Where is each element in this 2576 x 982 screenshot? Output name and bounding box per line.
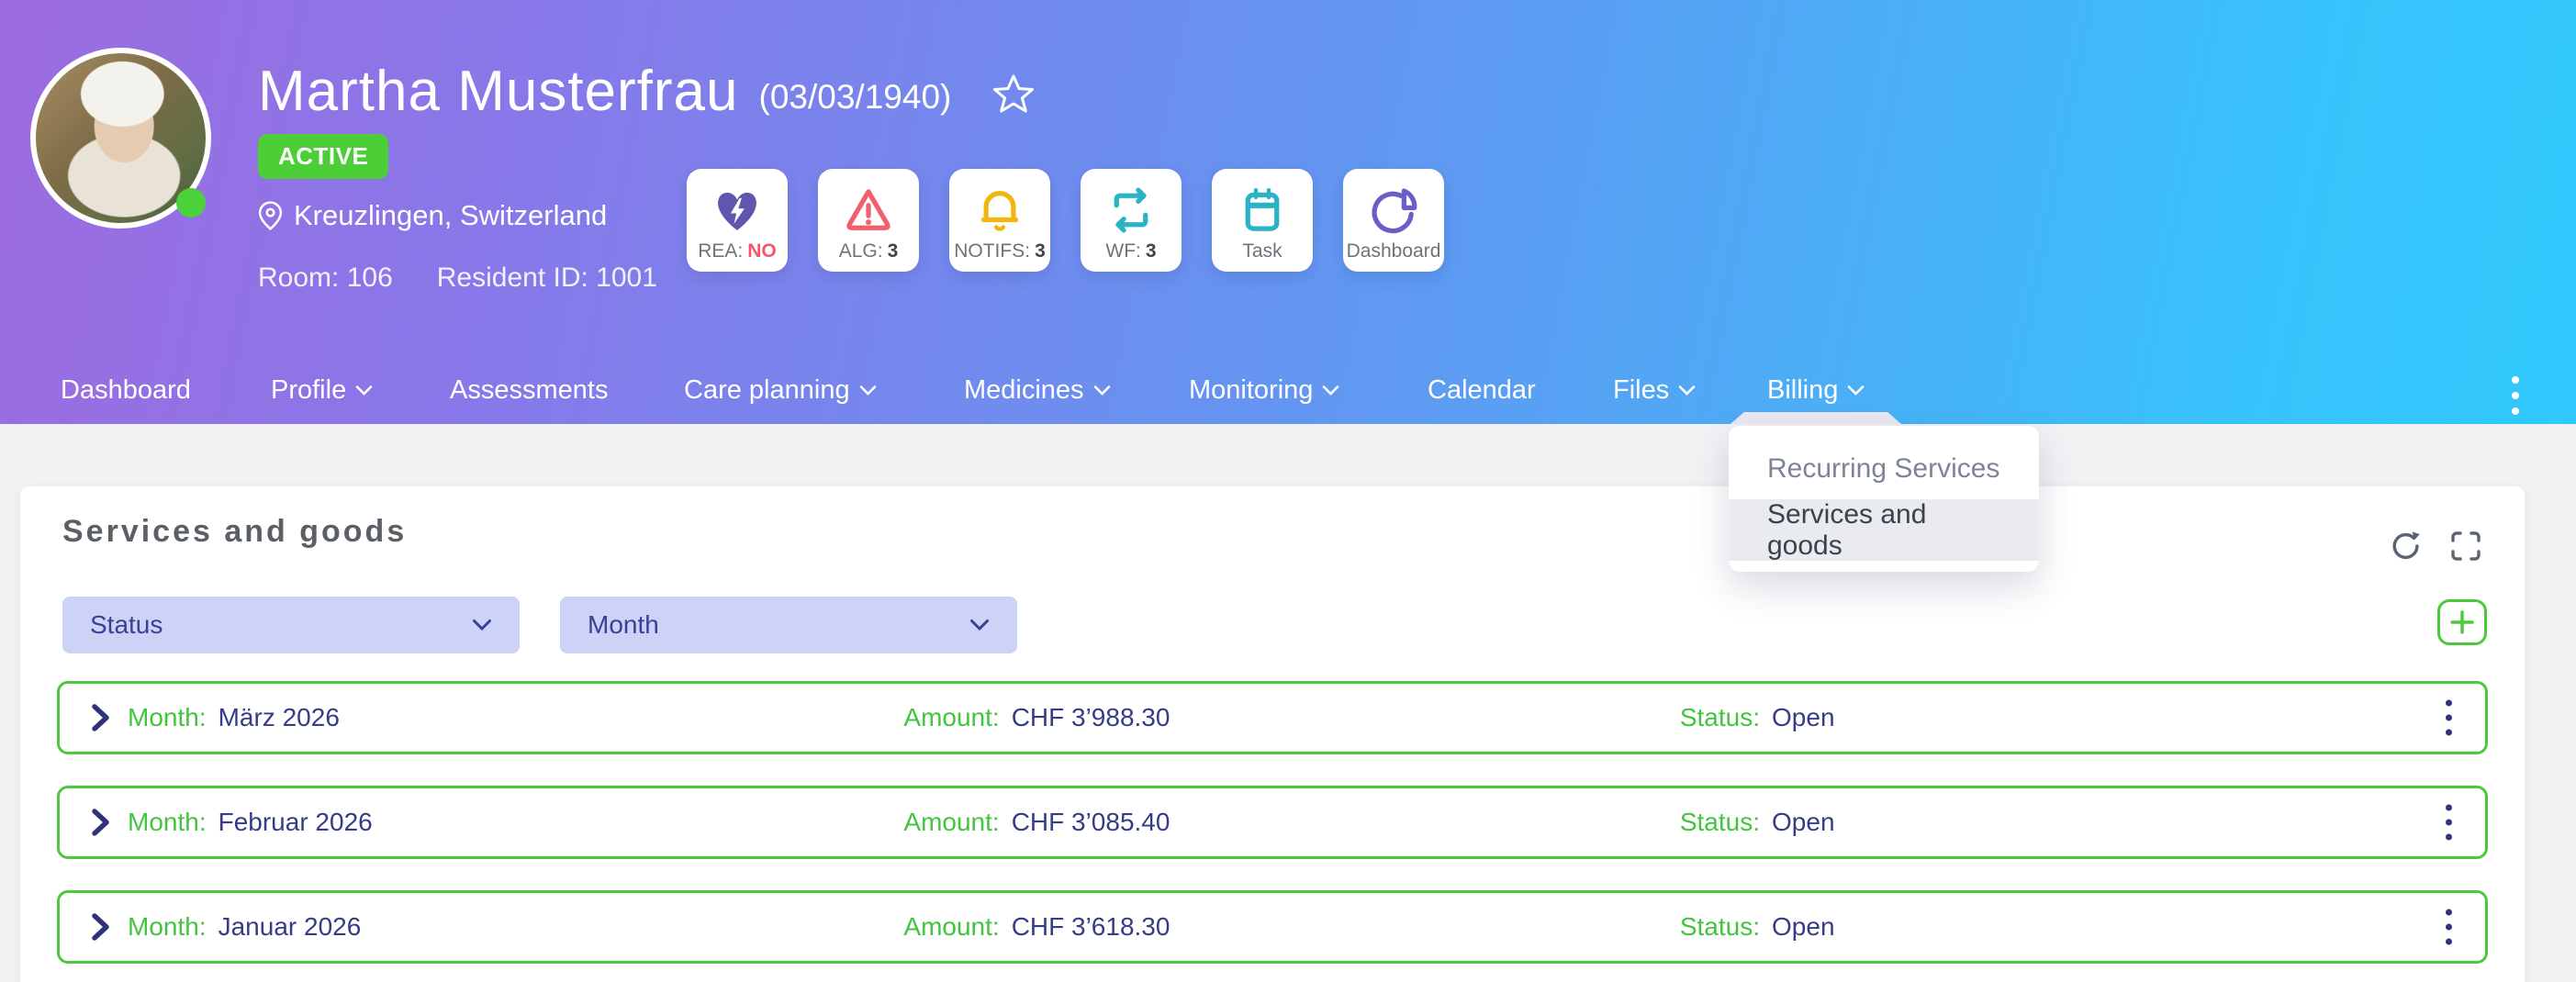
filter-label: Status [90, 610, 163, 639]
stat-card-alg[interactable]: ALG: 3 [818, 169, 919, 272]
services-and-goods-panel: Services and goods Status Month Month: M… [20, 486, 2525, 982]
favorite-star-icon[interactable] [991, 73, 1036, 117]
heart-bolt-icon [711, 180, 763, 240]
resident-name: Martha Musterfrau [258, 60, 739, 123]
stat-label: ALG: 3 [838, 240, 899, 262]
location-pin-icon [258, 201, 283, 231]
amount-field: Amount: CHF 3’618.30 [903, 912, 1170, 941]
stat-label: NOTIFS: 3 [954, 240, 1046, 262]
status-badge: ACTIVE [258, 134, 389, 180]
stat-card-wf[interactable]: WF: 3 [1081, 169, 1182, 272]
nav-item-monitoring[interactable]: Monitoring [1189, 356, 1339, 424]
stat-label: WF: 3 [1105, 240, 1157, 262]
menu-item-recurring-services[interactable]: Recurring Services [1729, 438, 2039, 499]
warning-triangle-icon [843, 180, 894, 240]
resident-header: Martha Musterfrau (03/03/1940) ACTIVE Kr… [0, 0, 2576, 424]
month-field: Month: Januar 2026 [128, 912, 362, 941]
chevron-down-icon [1678, 385, 1696, 396]
nav-item-files[interactable]: Files [1613, 356, 1696, 424]
month-filter-dropdown[interactable]: Month [560, 597, 1017, 653]
status-field: Status: Open [1679, 703, 1835, 731]
menu-item-services-and-goods[interactable]: Services and goods [1729, 499, 2039, 561]
nav-overflow-menu[interactable] [2504, 369, 2526, 422]
billing-row-february-2026[interactable]: Month: Februar 2026 Amount: CHF 3’085.40… [57, 786, 2488, 859]
chevron-down-icon [1093, 385, 1110, 396]
amount-field: Amount: CHF 3’085.40 [903, 808, 1170, 836]
stat-label: Task [1242, 240, 1282, 262]
filter-label: Month [588, 610, 659, 639]
stat-card-dashboard[interactable]: Dashboard [1343, 169, 1444, 272]
dashboard-pie-icon [1368, 180, 1419, 240]
chevron-down-icon [859, 385, 876, 396]
bell-icon [974, 180, 1025, 240]
expand-chevron-icon[interactable] [91, 912, 111, 942]
room-number: Room: 106 [258, 262, 393, 294]
resident-id: Resident ID: 1001 [436, 262, 657, 294]
status-field: Status: Open [1679, 912, 1835, 941]
fullscreen-icon[interactable] [2449, 529, 2482, 564]
billing-row-january-2026[interactable]: Month: Januar 2026 Amount: CHF 3’618.30 … [57, 890, 2488, 964]
chevron-down-icon [355, 385, 373, 396]
chevron-down-icon [473, 619, 491, 631]
stat-cards: REA: NO ALG: 3 NOTIFS: 3 WF: 3 Task Dash… [687, 169, 1444, 272]
stat-card-rea[interactable]: REA: NO [687, 169, 788, 272]
location-text: Kreuzlingen, Switzerland [294, 199, 608, 232]
nav-item-dashboard[interactable]: Dashboard [61, 356, 191, 424]
resident-nav: Dashboard Profile Assessments Care plann… [0, 356, 2576, 424]
expand-chevron-icon[interactable] [91, 703, 111, 732]
refresh-icon[interactable] [2389, 529, 2424, 564]
panel-title: Services and goods [62, 514, 408, 549]
task-calendar-icon [1237, 180, 1288, 240]
billing-rows: Month: März 2026 Amount: CHF 3’988.30 St… [57, 681, 2488, 964]
online-status-dot [176, 188, 206, 218]
workflow-repeat-icon [1105, 180, 1157, 240]
stat-card-task[interactable]: Task [1212, 169, 1313, 272]
expand-chevron-icon[interactable] [91, 808, 111, 837]
nav-item-medicines[interactable]: Medicines [964, 356, 1111, 424]
month-field: Month: März 2026 [128, 703, 340, 731]
stat-label: Dashboard [1346, 240, 1441, 262]
add-entry-button[interactable] [2437, 599, 2487, 645]
chevron-down-icon [1323, 385, 1339, 396]
avatar[interactable] [30, 48, 211, 229]
stat-label: REA: NO [698, 240, 777, 262]
plus-icon [2450, 610, 2474, 634]
nav-item-calendar[interactable]: Calendar [1428, 356, 1536, 424]
page: Martha Musterfrau (03/03/1940) ACTIVE Kr… [0, 0, 2576, 982]
billing-dropdown-menu: Recurring Services Services and goods [1729, 426, 2039, 572]
resident-dob: (03/03/1940) [758, 78, 952, 117]
row-actions-menu[interactable] [2438, 693, 2459, 743]
stat-card-notifs[interactable]: NOTIFS: 3 [949, 169, 1050, 272]
row-actions-menu[interactable] [2438, 902, 2459, 953]
chevron-down-icon [970, 619, 989, 631]
nav-item-assessments[interactable]: Assessments [450, 356, 608, 424]
month-field: Month: Februar 2026 [128, 808, 373, 836]
chevron-down-icon [1848, 385, 1865, 396]
nav-item-care-planning[interactable]: Care planning [684, 356, 877, 424]
status-field: Status: Open [1679, 808, 1835, 836]
status-filter-dropdown[interactable]: Status [62, 597, 520, 653]
amount-field: Amount: CHF 3’988.30 [903, 703, 1170, 731]
filters: Status Month [62, 597, 1017, 653]
row-actions-menu[interactable] [2438, 798, 2459, 848]
nav-item-profile[interactable]: Profile [271, 356, 373, 424]
billing-row-march-2026[interactable]: Month: März 2026 Amount: CHF 3’988.30 St… [57, 681, 2488, 754]
billing-active-indicator [1730, 412, 1901, 424]
